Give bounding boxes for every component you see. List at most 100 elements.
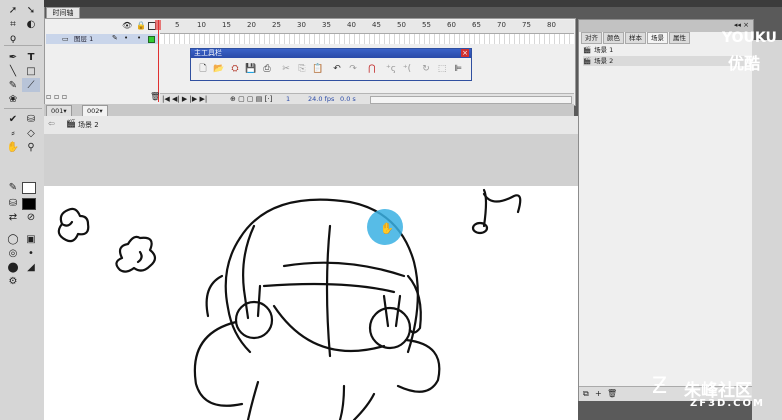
brush-tool-icon[interactable]: ⟋	[22, 78, 40, 92]
delete-scene-icon[interactable]: 🗑	[607, 389, 617, 398]
layer-name[interactable]: 图层 1	[74, 34, 93, 44]
fill-color-icon[interactable]: ⛁	[4, 196, 22, 210]
lock-icon[interactable]: 🔒	[136, 21, 146, 30]
toolbar-titlebar[interactable]: 主工具栏 ×	[191, 49, 471, 58]
stroke-color-swatch[interactable]	[22, 182, 36, 194]
layer-lock-dot[interactable]: •	[137, 34, 141, 42]
stage-drawing[interactable]: ✋	[44, 186, 578, 420]
straighten-icon[interactable]: ⁺(	[400, 63, 414, 75]
timeline-scrollbar[interactable]	[370, 96, 572, 104]
object-drawing-icon[interactable]: ◯	[4, 232, 22, 246]
free-transform-tool-icon[interactable]: ⌗	[4, 17, 22, 31]
deco-tool-icon[interactable]: ❀	[4, 92, 22, 106]
character-face-line	[325, 224, 332, 358]
layer-icon: ▭	[62, 35, 69, 43]
scale-icon[interactable]: ⬚	[435, 63, 449, 75]
layer-visible-dot[interactable]: •	[124, 34, 128, 42]
tools-panel: ➚ ➘ ⌗ ◐ ϙ ✒ T ╲ □ ✎ ⟋ ❀ ✔ ⛁ ⸗ ◇ ✋ ⚲ ✎ ⛁ …	[0, 0, 45, 420]
brush-size-icon[interactable]: •	[22, 246, 40, 260]
snap-icon[interactable]: ⋂	[365, 63, 379, 75]
ink-bottle-tool-icon[interactable]: ✔	[4, 112, 22, 126]
edit-bar: ⇦ 🎬 场景 2	[44, 116, 578, 135]
hand-tool-icon[interactable]: ✋	[4, 140, 22, 154]
ruler-number: 45	[372, 21, 381, 29]
new-icon[interactable]: 🗋	[196, 63, 210, 75]
toolbar-close-button[interactable]: ×	[461, 49, 469, 57]
bridge-icon[interactable]: ⛭	[228, 63, 242, 75]
tab-properties[interactable]: 属性	[669, 32, 690, 44]
rotate-icon[interactable]: ↻	[419, 63, 433, 75]
lasso-tool-icon[interactable]: ϙ	[4, 31, 22, 45]
doc-tab-001[interactable]: 001▾	[46, 105, 72, 116]
pen-tool-icon[interactable]: ✒	[4, 50, 22, 64]
lock-fill-icon[interactable]: ▣	[22, 232, 40, 246]
ruler-number: 75	[522, 21, 531, 29]
fill-color-swatch[interactable]	[22, 198, 36, 210]
playback-controls[interactable]: |◀ ◀| ▶ |▶ ▶|	[162, 95, 207, 103]
youku-watermark-en: YOUKU	[722, 30, 777, 46]
layer-frames[interactable]	[160, 34, 574, 44]
swap-colors-icon[interactable]: ⇄	[4, 210, 22, 224]
gradient-transform-tool-icon[interactable]: ◐	[22, 17, 40, 31]
character-face-cross	[262, 282, 396, 294]
paste-icon[interactable]: 📋	[311, 63, 325, 75]
ruler-number: 80	[547, 21, 556, 29]
align-icon[interactable]: ⊫	[451, 63, 465, 75]
panel-window-buttons[interactable]: ◂◂ ×	[734, 21, 749, 29]
tilt-icon[interactable]: ⚙	[4, 274, 22, 288]
stroke-color-icon[interactable]: ✎	[4, 180, 22, 194]
selection-tool-icon[interactable]: ➚	[4, 3, 22, 17]
current-scene-label[interactable]: 场景 2	[78, 120, 99, 130]
eyedropper-tool-icon[interactable]: ⸗	[4, 126, 22, 140]
open-icon[interactable]: 📂	[212, 63, 226, 75]
tab-align[interactable]: 对齐	[581, 32, 602, 44]
current-frame[interactable]: 1	[286, 95, 290, 103]
brush-shape-icon[interactable]: ●	[4, 260, 22, 275]
brush-mode-icon[interactable]: ◎	[4, 246, 22, 260]
tab-color[interactable]: 颜色	[603, 32, 624, 44]
undo-icon[interactable]: ↶	[330, 63, 344, 75]
onion-skin-icons[interactable]: ⊕ ▢ ▢ ▤ [·]	[230, 95, 272, 103]
scene-icon: 🎬	[66, 119, 76, 128]
duplicate-scene-icon[interactable]: ⧉	[583, 389, 589, 399]
redo-icon[interactable]: ↷	[346, 63, 360, 75]
back-arrow-icon[interactable]: ⇦	[48, 119, 55, 128]
frame-ruler[interactable]: 5 10 15 20 25 30 35 40 45 50 55 60 65 70…	[160, 20, 574, 34]
zoom-tool-icon[interactable]: ⚲	[22, 140, 40, 154]
paint-bucket-tool-icon[interactable]: ⛁	[22, 112, 40, 126]
doodle-swirl	[115, 235, 157, 273]
eye-icon[interactable]: 👁	[122, 21, 132, 30]
main-toolbar[interactable]: 主工具栏 × 🗋 📂 ⛭ 💾 ⎙ ✂ ⎘ 📋 ↶ ↷ ⋂ ⁺ς ⁺( ↻ ⬚ ⊫	[190, 48, 472, 81]
add-scene-icon[interactable]: +	[595, 389, 602, 398]
delete-layer-icon[interactable]: 🗑	[150, 92, 160, 101]
doodle-cloud-inner	[60, 220, 74, 227]
scene-clapper-icon: 🎬	[583, 57, 592, 65]
copy-icon[interactable]: ⎘	[295, 63, 309, 75]
frame-rate[interactable]: 24.0 fps	[308, 95, 334, 103]
brand-logo-icon: Ƶ	[652, 374, 668, 399]
tab-swatches[interactable]: 样本	[625, 32, 646, 44]
pencil-tool-icon[interactable]: ✎	[4, 78, 22, 92]
text-tool-icon[interactable]: T	[22, 50, 40, 64]
cut-icon[interactable]: ✂	[279, 63, 293, 75]
subselection-tool-icon[interactable]: ➘	[22, 3, 40, 17]
save-icon[interactable]: 💾	[244, 63, 258, 75]
line-tool-icon[interactable]: ╲	[4, 64, 22, 78]
tab-scene[interactable]: 场景	[647, 32, 668, 44]
scene-list-item-selected[interactable]: 🎬 场景 2	[583, 56, 749, 66]
scene-list-item[interactable]: 🎬 场景 1	[583, 45, 749, 55]
character-body-left	[246, 380, 260, 420]
print-icon[interactable]: ⎙	[260, 63, 274, 75]
ruler-number: 50	[397, 21, 406, 29]
layer-outline-color[interactable]	[148, 36, 155, 43]
title-strip	[44, 0, 782, 7]
doc-tab-002[interactable]: 002▾	[82, 105, 108, 116]
no-color-icon[interactable]: ⊘	[22, 210, 40, 224]
rectangle-tool-icon[interactable]: □	[22, 64, 40, 78]
add-layer-icon[interactable]: ▫ ▫ ▫	[46, 92, 67, 101]
pressure-icon[interactable]: ◢	[22, 260, 40, 274]
scene-name: 场景 1	[594, 46, 614, 54]
music-note-head	[471, 221, 489, 235]
eraser-tool-icon[interactable]: ◇	[22, 126, 40, 140]
smooth-icon[interactable]: ⁺ς	[384, 63, 398, 75]
